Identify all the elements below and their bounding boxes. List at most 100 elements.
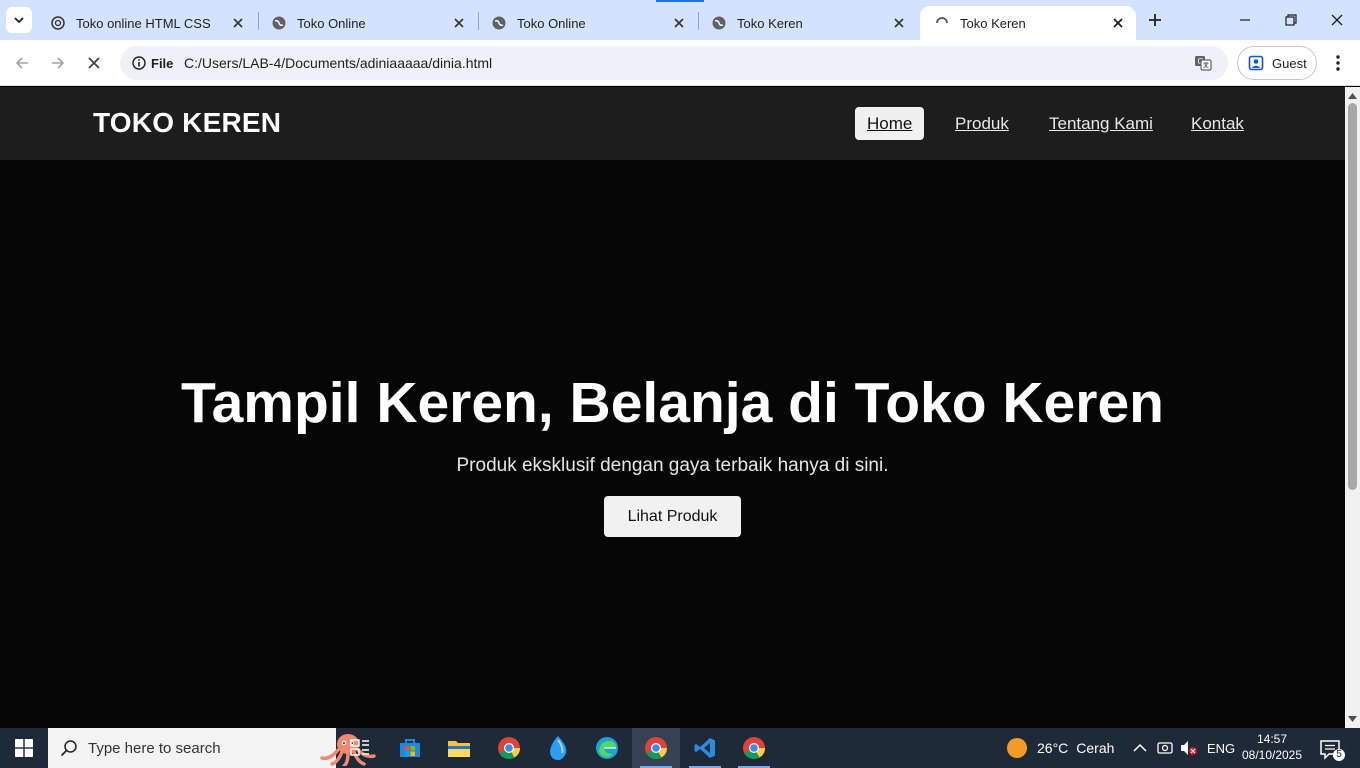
tab-4[interactable]: Toko Keren: [697, 6, 917, 40]
loading-spinner-icon: [934, 15, 950, 31]
taskbar-edge-button[interactable]: [583, 728, 631, 768]
meet-now-button[interactable]: [1157, 728, 1173, 768]
url-text[interactable]: C:/Users/LAB-4/Documents/adiniaaaaa/dini…: [184, 55, 492, 71]
site-logo[interactable]: TOKO KEREN: [93, 107, 281, 139]
taskbar-vscode-button[interactable]: [681, 728, 729, 768]
profile-label: Guest: [1272, 55, 1307, 71]
plus-icon: [1149, 14, 1161, 26]
minimize-button[interactable]: [1222, 0, 1268, 40]
taskbar-app-button[interactable]: [534, 728, 582, 768]
globe-icon: [491, 15, 507, 31]
translate-icon[interactable]: G: [1194, 54, 1212, 72]
tab-5-active[interactable]: Toko Keren: [920, 6, 1136, 40]
close-icon: [1331, 14, 1343, 26]
tab-1[interactable]: Toko online HTML CSS: [36, 6, 256, 40]
task-view-button[interactable]: [336, 728, 384, 768]
tab-3[interactable]: Toko Online: [477, 6, 697, 40]
folder-icon: [448, 741, 470, 757]
restore-icon: [1285, 14, 1297, 26]
chevron-down-icon: [14, 17, 24, 24]
language-indicator[interactable]: ENG: [1207, 728, 1235, 768]
globe-icon: [271, 15, 287, 31]
tab-title: Toko Keren: [960, 15, 1026, 31]
microsoft-store-icon: [400, 739, 420, 757]
notification-count: 5: [1336, 749, 1342, 760]
forward-button[interactable]: [46, 51, 70, 75]
close-tab-icon[interactable]: [230, 15, 246, 31]
volume-muted-icon: [1181, 741, 1197, 755]
edge-icon: [596, 737, 618, 759]
close-tab-icon[interactable]: [671, 15, 687, 31]
chrome-icon: [498, 737, 520, 759]
hero-title: Tampil Keren, Belanja di Toko Keren: [181, 371, 1164, 435]
nav-produk-link[interactable]: Produk: [943, 107, 1021, 140]
taskbar-file-explorer-button[interactable]: [435, 728, 483, 768]
profile-button[interactable]: Guest: [1237, 46, 1317, 80]
arrow-left-icon: [15, 57, 28, 69]
weather-widget[interactable]: 26°C Cerah: [1006, 728, 1114, 768]
taskbar-chrome-button[interactable]: [485, 728, 533, 768]
close-window-button[interactable]: [1314, 0, 1360, 40]
page-scrollbar[interactable]: [1345, 87, 1360, 728]
search-icon: [60, 739, 78, 761]
nav-tentang-kami-link[interactable]: Tentang Kami: [1037, 107, 1165, 140]
tab-title: Toko online HTML CSS: [76, 15, 211, 31]
chevron-up-icon: [1133, 743, 1147, 752]
volume-button[interactable]: [1180, 728, 1198, 768]
taskbar-chrome-2-button[interactable]: [730, 728, 778, 768]
info-icon: [132, 56, 146, 70]
tab-title: Toko Keren: [737, 15, 803, 31]
minimize-icon: [1240, 19, 1250, 21]
close-icon: [88, 57, 100, 69]
close-tab-icon[interactable]: [891, 15, 907, 31]
taskbar-store-button[interactable]: [386, 728, 434, 768]
tab-search-button[interactable]: [6, 7, 32, 33]
lihat-produk-button[interactable]: Lihat Produk: [604, 496, 741, 537]
sun-icon: [1007, 738, 1027, 758]
tab-title: Toko Online: [297, 15, 366, 31]
windows-logo-icon: [15, 739, 33, 757]
tab-2[interactable]: Toko Online: [257, 6, 477, 40]
browser-menu-button[interactable]: [1328, 52, 1348, 74]
new-tab-button[interactable]: [1144, 9, 1166, 31]
taskbar-chrome-active-button[interactable]: [632, 728, 680, 768]
restore-button[interactable]: [1268, 0, 1314, 40]
nav-kontak-link[interactable]: Kontak: [1179, 107, 1256, 140]
windows-taskbar: Type here to search 26°C Cerah ENG 14:57…: [0, 728, 1360, 768]
camera-icon: [1157, 742, 1173, 754]
show-hidden-icons-button[interactable]: [1133, 728, 1147, 768]
arrow-right-icon: [52, 57, 65, 69]
vscode-icon: [694, 738, 715, 758]
stop-loading-button[interactable]: [82, 51, 106, 75]
clock-time: 14:57: [1256, 732, 1288, 746]
browser-toolbar: File C:/Users/LAB-4/Documents/adiniaaaaa…: [0, 40, 1360, 86]
taskbar-search-box[interactable]: Type here to search: [48, 728, 376, 768]
tab-title: Toko Online: [517, 15, 586, 31]
site-info-label: File: [151, 55, 174, 71]
scroll-down-icon[interactable]: [1348, 714, 1357, 723]
address-bar[interactable]: File C:/Users/LAB-4/Documents/adiniaaaaa…: [120, 46, 1228, 80]
close-tab-icon[interactable]: [1110, 15, 1126, 31]
nav-home-link[interactable]: Home: [855, 107, 925, 140]
back-button[interactable]: [10, 51, 34, 75]
weather-temperature: 26°C: [1037, 740, 1069, 756]
more-vert-icon: [1336, 55, 1340, 71]
clock-date: 08/10/2025: [1241, 748, 1303, 762]
site-navbar: TOKO KEREN Home Produk Tentang Kami Kont…: [0, 87, 1345, 160]
weather-condition: Cerah: [1076, 740, 1115, 756]
person-icon: [1248, 55, 1264, 71]
start-button[interactable]: [0, 728, 48, 768]
scrollbar-thumb[interactable]: [1348, 103, 1357, 490]
chrome-icon: [645, 737, 667, 759]
chrome-icon: [743, 737, 765, 759]
globe-icon: [711, 15, 727, 31]
task-view-icon: [350, 739, 369, 756]
site-info-chip[interactable]: File: [126, 51, 181, 75]
blue-drop-app-icon: [550, 736, 567, 760]
search-placeholder: Type here to search: [88, 739, 221, 757]
scroll-up-icon[interactable]: [1348, 91, 1357, 100]
close-tab-icon[interactable]: [451, 15, 467, 31]
web-page: TOKO KEREN Home Produk Tentang Kami Kont…: [0, 87, 1345, 728]
notification-center-button[interactable]: 5: [1316, 736, 1346, 762]
taskbar-clock[interactable]: 14:57 08/10/2025: [1238, 731, 1306, 763]
